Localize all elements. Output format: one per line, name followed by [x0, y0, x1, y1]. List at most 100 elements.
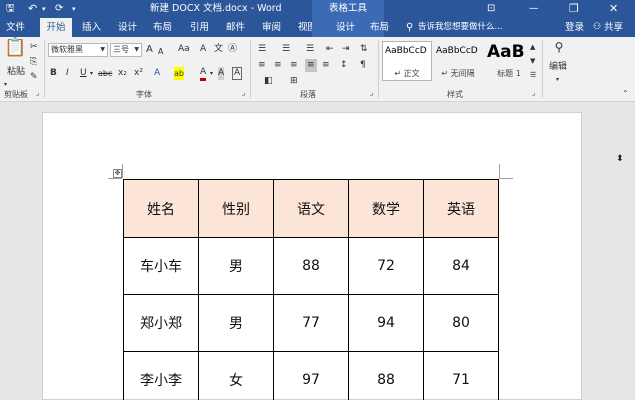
increase-indent-icon[interactable]: ⇥: [342, 43, 350, 56]
shading-icon[interactable]: ◧: [264, 75, 273, 88]
table-cell[interactable]: 71: [423, 351, 499, 400]
grow-font-icon[interactable]: A: [146, 43, 153, 56]
table-cell[interactable]: 车小车: [123, 237, 199, 295]
numbering-icon[interactable]: ☰: [282, 43, 290, 56]
table-cell[interactable]: 女: [198, 351, 274, 400]
strikethrough-button[interactable]: abc: [98, 67, 112, 80]
style-normal[interactable]: AaBbCcD ↵ 正文: [382, 41, 432, 81]
table-cell[interactable]: 80: [423, 294, 499, 352]
table-cell[interactable]: 男: [198, 294, 274, 352]
align-left-icon[interactable]: ≡: [258, 59, 266, 72]
sort-icon[interactable]: ⇅: [360, 43, 368, 56]
header-cell[interactable]: 姓名: [123, 179, 199, 238]
close-icon[interactable]: ✕: [609, 0, 618, 18]
tab-file[interactable]: 文件: [6, 18, 30, 37]
cut-icon[interactable]: ✂: [30, 41, 38, 54]
tab-table-layout[interactable]: 布局: [370, 18, 389, 37]
decrease-indent-icon[interactable]: ⇤: [326, 43, 334, 56]
highlight-button[interactable]: ab: [174, 67, 184, 80]
table-cell[interactable]: 77: [273, 294, 349, 352]
save-icon[interactable]: 🖫: [6, 0, 15, 18]
copy-icon[interactable]: ⎘: [30, 56, 37, 69]
bullets-icon[interactable]: ☰: [258, 43, 266, 56]
table-cell[interactable]: 97: [273, 351, 349, 400]
table-cell[interactable]: 郑小郑: [123, 294, 199, 352]
styles-launcher-icon[interactable]: ⌟: [532, 87, 535, 100]
align-center-icon[interactable]: ≡: [274, 59, 282, 72]
font-size-value: 三号: [113, 45, 129, 54]
table-cell[interactable]: 88: [348, 351, 424, 400]
underline-button[interactable]: U: [80, 67, 87, 80]
style-no-spacing[interactable]: AaBbCcD ↵ 无间隔: [433, 41, 483, 81]
table-cell[interactable]: 88: [273, 237, 349, 295]
styles-scroll-up-icon[interactable]: ▲: [530, 41, 535, 54]
show-marks-icon[interactable]: ¶: [360, 59, 366, 72]
table-cell[interactable]: 72: [348, 237, 424, 295]
font-size-combo[interactable]: 三号 ▼: [110, 43, 142, 57]
bold-button[interactable]: B: [50, 67, 57, 80]
tab-mailings[interactable]: 邮件: [226, 18, 245, 37]
underline-dropdown-icon[interactable]: ▾: [90, 67, 93, 80]
table-cell[interactable]: 李小李: [123, 351, 199, 400]
paste-icon[interactable]: 📋: [4, 39, 26, 67]
clear-format-icon[interactable]: A: [200, 43, 206, 56]
share-button[interactable]: 共享: [604, 18, 623, 37]
italic-button[interactable]: I: [66, 67, 69, 80]
tab-design[interactable]: 设计: [118, 18, 137, 37]
format-painter-icon[interactable]: ✎: [30, 71, 38, 84]
undo-dropdown-icon[interactable]: ▾: [42, 0, 46, 18]
char-border-button[interactable]: A: [232, 67, 243, 80]
tab-insert[interactable]: 插入: [82, 18, 101, 37]
distribute-icon[interactable]: ≡: [322, 59, 330, 72]
styles-more-icon[interactable]: ☰: [530, 69, 536, 82]
tell-me-input[interactable]: 告诉我您想要做什么...: [418, 18, 503, 37]
table-cell[interactable]: 84: [423, 237, 499, 295]
table-cell[interactable]: 94: [348, 294, 424, 352]
char-shading-button[interactable]: A: [218, 67, 225, 80]
borders-icon[interactable]: ⊞: [290, 75, 298, 88]
style-heading1[interactable]: AaB 标题 1: [484, 41, 534, 81]
restore-icon[interactable]: ❐: [569, 0, 579, 18]
collapse-ribbon-icon[interactable]: ⌃: [622, 87, 629, 100]
shrink-font-icon[interactable]: A: [158, 45, 163, 58]
tab-home[interactable]: 开始: [40, 18, 72, 37]
customize-qat-icon[interactable]: ▾: [72, 0, 76, 18]
table-move-handle-icon[interactable]: ✥: [113, 169, 122, 178]
header-cell[interactable]: 数学: [348, 179, 424, 238]
text-effects-button[interactable]: A: [154, 67, 160, 80]
font-launcher-icon[interactable]: ⌟: [242, 87, 245, 100]
undo-icon[interactable]: ↶: [28, 0, 37, 18]
score-table[interactable]: 姓名 性别 语文 数学 英语 车小车 男 88 72 84 郑小郑 男 77 9…: [123, 179, 499, 400]
table-cell[interactable]: 男: [198, 237, 274, 295]
enclose-char-icon[interactable]: Ⓐ: [228, 43, 237, 56]
tab-layout[interactable]: 布局: [153, 18, 172, 37]
redo-icon[interactable]: ⟳: [55, 0, 63, 18]
phonetic-guide-icon[interactable]: 文: [214, 43, 223, 56]
font-name-combo[interactable]: 微软雅黑 ▼: [48, 43, 108, 57]
multilevel-list-icon[interactable]: ☰: [306, 43, 314, 56]
login-link[interactable]: 登录: [565, 18, 584, 37]
search-icon[interactable]: ⚲: [549, 41, 569, 59]
style-name: ↵ 无间隔: [441, 69, 475, 78]
styles-scroll-down-icon[interactable]: ▼: [530, 55, 535, 68]
header-cell[interactable]: 英语: [423, 179, 499, 238]
header-cell[interactable]: 性别: [198, 179, 274, 238]
ribbon-display-icon[interactable]: ⊡: [487, 0, 495, 18]
paragraph-launcher-icon[interactable]: ⌟: [370, 87, 373, 100]
header-cell[interactable]: 语文: [273, 179, 349, 238]
editing-dropdown-icon[interactable]: ▾: [556, 73, 559, 86]
align-right-icon[interactable]: ≡: [290, 59, 298, 72]
superscript-button[interactable]: x²: [134, 67, 143, 80]
justify-icon[interactable]: ≡: [305, 59, 317, 72]
corner-mark: [499, 164, 500, 178]
tab-table-design[interactable]: 设计: [336, 18, 355, 37]
tab-references[interactable]: 引用: [190, 18, 209, 37]
font-color-button[interactable]: A: [200, 67, 207, 81]
subscript-button[interactable]: x₂: [118, 67, 127, 80]
change-case-icon[interactable]: Aa: [178, 43, 190, 56]
font-color-dropdown-icon[interactable]: ▾: [210, 67, 213, 80]
tab-review[interactable]: 审阅: [262, 18, 281, 37]
line-spacing-icon[interactable]: ↕: [340, 59, 348, 72]
minimize-icon[interactable]: —: [529, 0, 539, 18]
clipboard-launcher-icon[interactable]: ⌟: [36, 87, 39, 100]
